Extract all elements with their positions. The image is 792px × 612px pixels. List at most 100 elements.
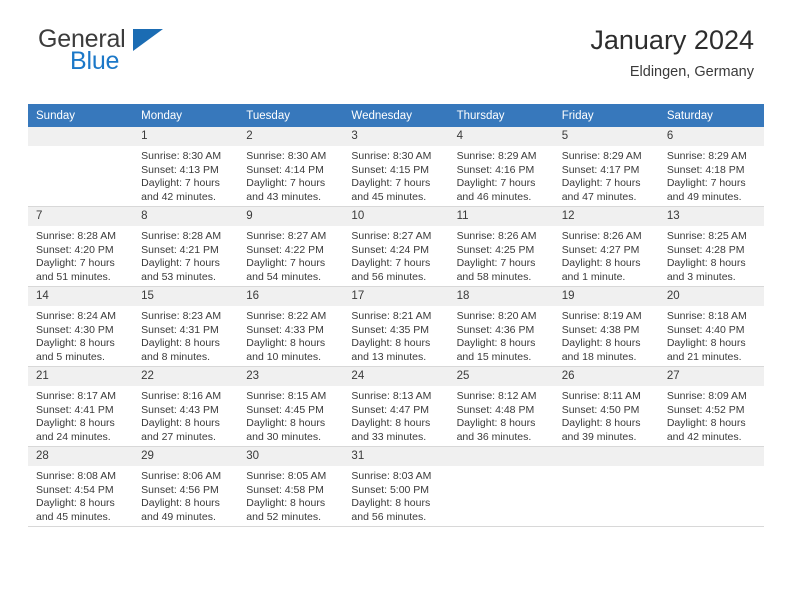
- calendar-day-cell[interactable]: 18 Sunrise: 8:20 AM Sunset: 4:36 PM Dayligh…: [448, 286, 554, 367]
- brand-logo[interactable]: General Blue: [38, 26, 258, 76]
- day-sunrise-text: Sunrise: 8:03 AM: [351, 470, 432, 482]
- day-number: 28: [28, 447, 134, 466]
- day-number: [448, 447, 554, 466]
- day-number: 24: [343, 367, 449, 386]
- day-details: Sunrise: 8:29 AM Sunset: 4:18 PM Daylight:…: [659, 146, 764, 204]
- day-daylight-line-text: and 5 minutes.: [36, 350, 105, 363]
- day-sunrise-text: Sunrise: 8:24 AM: [36, 310, 116, 322]
- calendar-day-cell[interactable]: 8 Sunrise: 8:28 AM Sunset: 4:21 PM Daylight…: [133, 206, 239, 287]
- day-sunset-text: Sunset: 4:40 PM: [666, 323, 745, 336]
- calendar-week-row: 7 Sunrise: 8:28 AM Sunset: 4:20 PM Daylight…: [28, 206, 764, 287]
- calendar-week-row: 28 Sunrise: 8:08 AM Sunset: 4:54 PM Dayligh…: [28, 446, 764, 527]
- calendar-day-cell[interactable]: 16 Sunrise: 8:22 AM Sunset: 4:33 PM Dayligh…: [238, 286, 344, 367]
- calendar-day-cell[interactable]: 17 Sunrise: 8:21 AM Sunset: 4:35 PM Dayligh…: [343, 286, 449, 367]
- day-number: 31: [343, 447, 449, 466]
- calendar-day-cell[interactable]: 20 Sunrise: 8:18 AM Sunset: 4:40 PM Dayligh…: [658, 286, 764, 367]
- calendar-day-cell[interactable]: 9 Sunrise: 8:27 AM Sunset: 4:22 PM Daylight…: [238, 206, 344, 287]
- day-number: 8: [133, 207, 239, 226]
- calendar-day-cell[interactable]: 4 Sunrise: 8:29 AM Sunset: 4:16 PM Daylight…: [448, 127, 554, 207]
- day-daylight-line-text: and 51 minutes.: [36, 270, 111, 283]
- day-details: Sunrise: 8:03 AM Sunset: 5:00 PM Daylight:…: [343, 466, 448, 524]
- day-details: Sunrise: 8:23 AM Sunset: 4:31 PM Daylight:…: [133, 306, 238, 364]
- calendar-day-cell[interactable]: 23 Sunrise: 8:15 AM Sunset: 4:45 PM Dayligh…: [238, 366, 344, 447]
- calendar-day-cell[interactable]: 13 Sunrise: 8:25 AM Sunset: 4:28 PM Dayligh…: [658, 206, 764, 287]
- day-details: Sunrise: 8:19 AM Sunset: 4:38 PM Daylight:…: [554, 306, 659, 364]
- day-sunrise-text: Sunrise: 8:16 AM: [141, 390, 222, 402]
- calendar-day-cell[interactable]: 3 Sunrise: 8:30 AM Sunset: 4:15 PM Daylight…: [343, 127, 449, 207]
- day-sunset-text: Sunset: 4:36 PM: [456, 323, 535, 336]
- day-sunset-text: Sunset: 4:52 PM: [666, 403, 745, 416]
- day-sunrise-text: Sunrise: 8:27 AM: [246, 230, 327, 242]
- day-details: Sunrise: 8:09 AM Sunset: 4:52 PM Daylight:…: [659, 386, 764, 444]
- calendar-day-cell[interactable]: 7 Sunrise: 8:28 AM Sunset: 4:20 PM Daylight…: [28, 206, 134, 287]
- day-sunrise-text: Sunrise: 8:13 AM: [351, 390, 432, 402]
- calendar-day-cell[interactable]: 5 Sunrise: 8:29 AM Sunset: 4:17 PM Daylight…: [553, 127, 659, 207]
- day-details: Sunrise: 8:16 AM Sunset: 4:43 PM Daylight:…: [133, 386, 238, 444]
- day-daylight-line-text: and 56 minutes.: [351, 510, 427, 523]
- day-sunset-text: Sunset: 4:50 PM: [561, 403, 640, 416]
- calendar-day-cell[interactable]: 30 Sunrise: 8:05 AM Sunset: 4:58 PM Dayligh…: [238, 446, 344, 527]
- day-daylight-line-text: and 18 minutes.: [561, 350, 637, 363]
- weekday-header-thursday: Thursday: [448, 104, 554, 127]
- day-daylight-line-text: and 43 minutes.: [246, 190, 321, 203]
- day-daylight-line-text: Daylight: 7 hours: [141, 257, 220, 270]
- calendar-day-cell[interactable]: 28 Sunrise: 8:08 AM Sunset: 4:54 PM Dayligh…: [28, 446, 134, 527]
- day-details: Sunrise: 8:28 AM Sunset: 4:20 PM Daylight:…: [28, 226, 133, 284]
- weekday-header-friday: Friday: [553, 104, 659, 127]
- day-daylight-line-text: and 10 minutes.: [246, 350, 321, 363]
- day-daylight-line-text: and 13 minutes.: [351, 350, 427, 363]
- calendar-day-cell[interactable]: 15 Sunrise: 8:23 AM Sunset: 4:31 PM Dayligh…: [133, 286, 239, 367]
- day-daylight-line-text: Daylight: 8 hours: [666, 337, 746, 350]
- day-sunrise-text: Sunrise: 8:19 AM: [561, 310, 642, 322]
- day-daylight-line-text: and 53 minutes.: [141, 270, 216, 283]
- day-sunrise-text: Sunrise: 8:12 AM: [456, 390, 537, 402]
- day-details: Sunrise: 8:12 AM Sunset: 4:48 PM Daylight:…: [449, 386, 554, 444]
- day-details: Sunrise: 8:30 AM Sunset: 4:13 PM Daylight:…: [133, 146, 238, 204]
- day-sunrise-text: Sunrise: 8:08 AM: [36, 470, 116, 482]
- day-daylight-line-text: Daylight: 8 hours: [141, 417, 220, 430]
- day-sunset-text: Sunset: 4:38 PM: [561, 323, 640, 336]
- day-sunset-text: Sunset: 4:20 PM: [36, 243, 114, 256]
- day-number: 26: [553, 367, 659, 386]
- day-sunrise-text: Sunrise: 8:25 AM: [666, 230, 747, 242]
- calendar-day-cell[interactable]: 26 Sunrise: 8:11 AM Sunset: 4:50 PM Dayligh…: [553, 366, 659, 447]
- calendar-day-cell[interactable]: 11 Sunrise: 8:26 AM Sunset: 4:25 PM Dayligh…: [448, 206, 554, 287]
- day-details: Sunrise: 8:26 AM Sunset: 4:27 PM Daylight:…: [554, 226, 659, 284]
- calendar-day-cell[interactable]: 31 Sunrise: 8:03 AM Sunset: 5:00 PM Dayligh…: [343, 446, 449, 527]
- day-daylight-line-text: and 52 minutes.: [246, 510, 321, 523]
- calendar-day-cell-empty: [28, 127, 134, 207]
- calendar-day-cell[interactable]: 24 Sunrise: 8:13 AM Sunset: 4:47 PM Dayligh…: [343, 366, 449, 447]
- day-sunrise-text: Sunrise: 8:15 AM: [246, 390, 327, 402]
- day-sunrise-text: Sunrise: 8:29 AM: [561, 150, 642, 162]
- day-daylight-line-text: Daylight: 8 hours: [561, 417, 641, 430]
- day-daylight-line-text: Daylight: 8 hours: [351, 497, 431, 510]
- calendar-day-cell[interactable]: 29 Sunrise: 8:06 AM Sunset: 4:56 PM Dayligh…: [133, 446, 239, 527]
- calendar-day-cell[interactable]: 27 Sunrise: 8:09 AM Sunset: 4:52 PM Dayligh…: [658, 366, 764, 447]
- day-number: 2: [238, 127, 344, 146]
- day-sunset-text: Sunset: 4:48 PM: [456, 403, 535, 416]
- day-sunrise-text: Sunrise: 8:28 AM: [36, 230, 116, 242]
- calendar-day-cell[interactable]: 22 Sunrise: 8:16 AM Sunset: 4:43 PM Dayligh…: [133, 366, 239, 447]
- calendar-day-cell[interactable]: 10 Sunrise: 8:27 AM Sunset: 4:24 PM Dayligh…: [343, 206, 449, 287]
- calendar-day-cell[interactable]: 12 Sunrise: 8:26 AM Sunset: 4:27 PM Dayligh…: [553, 206, 659, 287]
- calendar-week-row: 14 Sunrise: 8:24 AM Sunset: 4:30 PM Dayligh…: [28, 286, 764, 367]
- calendar-day-cell[interactable]: 25 Sunrise: 8:12 AM Sunset: 4:48 PM Dayligh…: [448, 366, 554, 447]
- day-daylight-line-text: and 3 minutes.: [666, 270, 736, 283]
- day-number: [553, 447, 659, 466]
- calendar-day-cell[interactable]: 21 Sunrise: 8:17 AM Sunset: 4:41 PM Dayligh…: [28, 366, 134, 447]
- calendar-day-cell[interactable]: 19 Sunrise: 8:19 AM Sunset: 4:38 PM Dayligh…: [553, 286, 659, 367]
- day-details: Sunrise: 8:06 AM Sunset: 4:56 PM Daylight:…: [133, 466, 238, 524]
- calendar-day-cell[interactable]: 2 Sunrise: 8:30 AM Sunset: 4:14 PM Daylight…: [238, 127, 344, 207]
- day-sunrise-text: Sunrise: 8:28 AM: [141, 230, 222, 242]
- day-sunset-text: Sunset: 4:27 PM: [561, 243, 640, 256]
- day-daylight-line-text: and 42 minutes.: [666, 430, 742, 443]
- calendar-day-cell[interactable]: 1 Sunrise: 8:30 AM Sunset: 4:13 PM Daylight…: [133, 127, 239, 207]
- day-number: 16: [238, 287, 344, 306]
- day-details: Sunrise: 8:08 AM Sunset: 4:54 PM Daylight:…: [28, 466, 133, 524]
- calendar-day-cell[interactable]: 14 Sunrise: 8:24 AM Sunset: 4:30 PM Dayligh…: [28, 286, 134, 367]
- day-sunset-text: Sunset: 4:33 PM: [246, 323, 324, 336]
- page-header: General Blue January 2024 Eldingen, Germ…: [28, 0, 764, 80]
- day-number: 7: [28, 207, 134, 226]
- calendar-day-cell[interactable]: 6 Sunrise: 8:29 AM Sunset: 4:18 PM Daylight…: [658, 127, 764, 207]
- day-daylight-line-text: and 47 minutes.: [561, 190, 637, 203]
